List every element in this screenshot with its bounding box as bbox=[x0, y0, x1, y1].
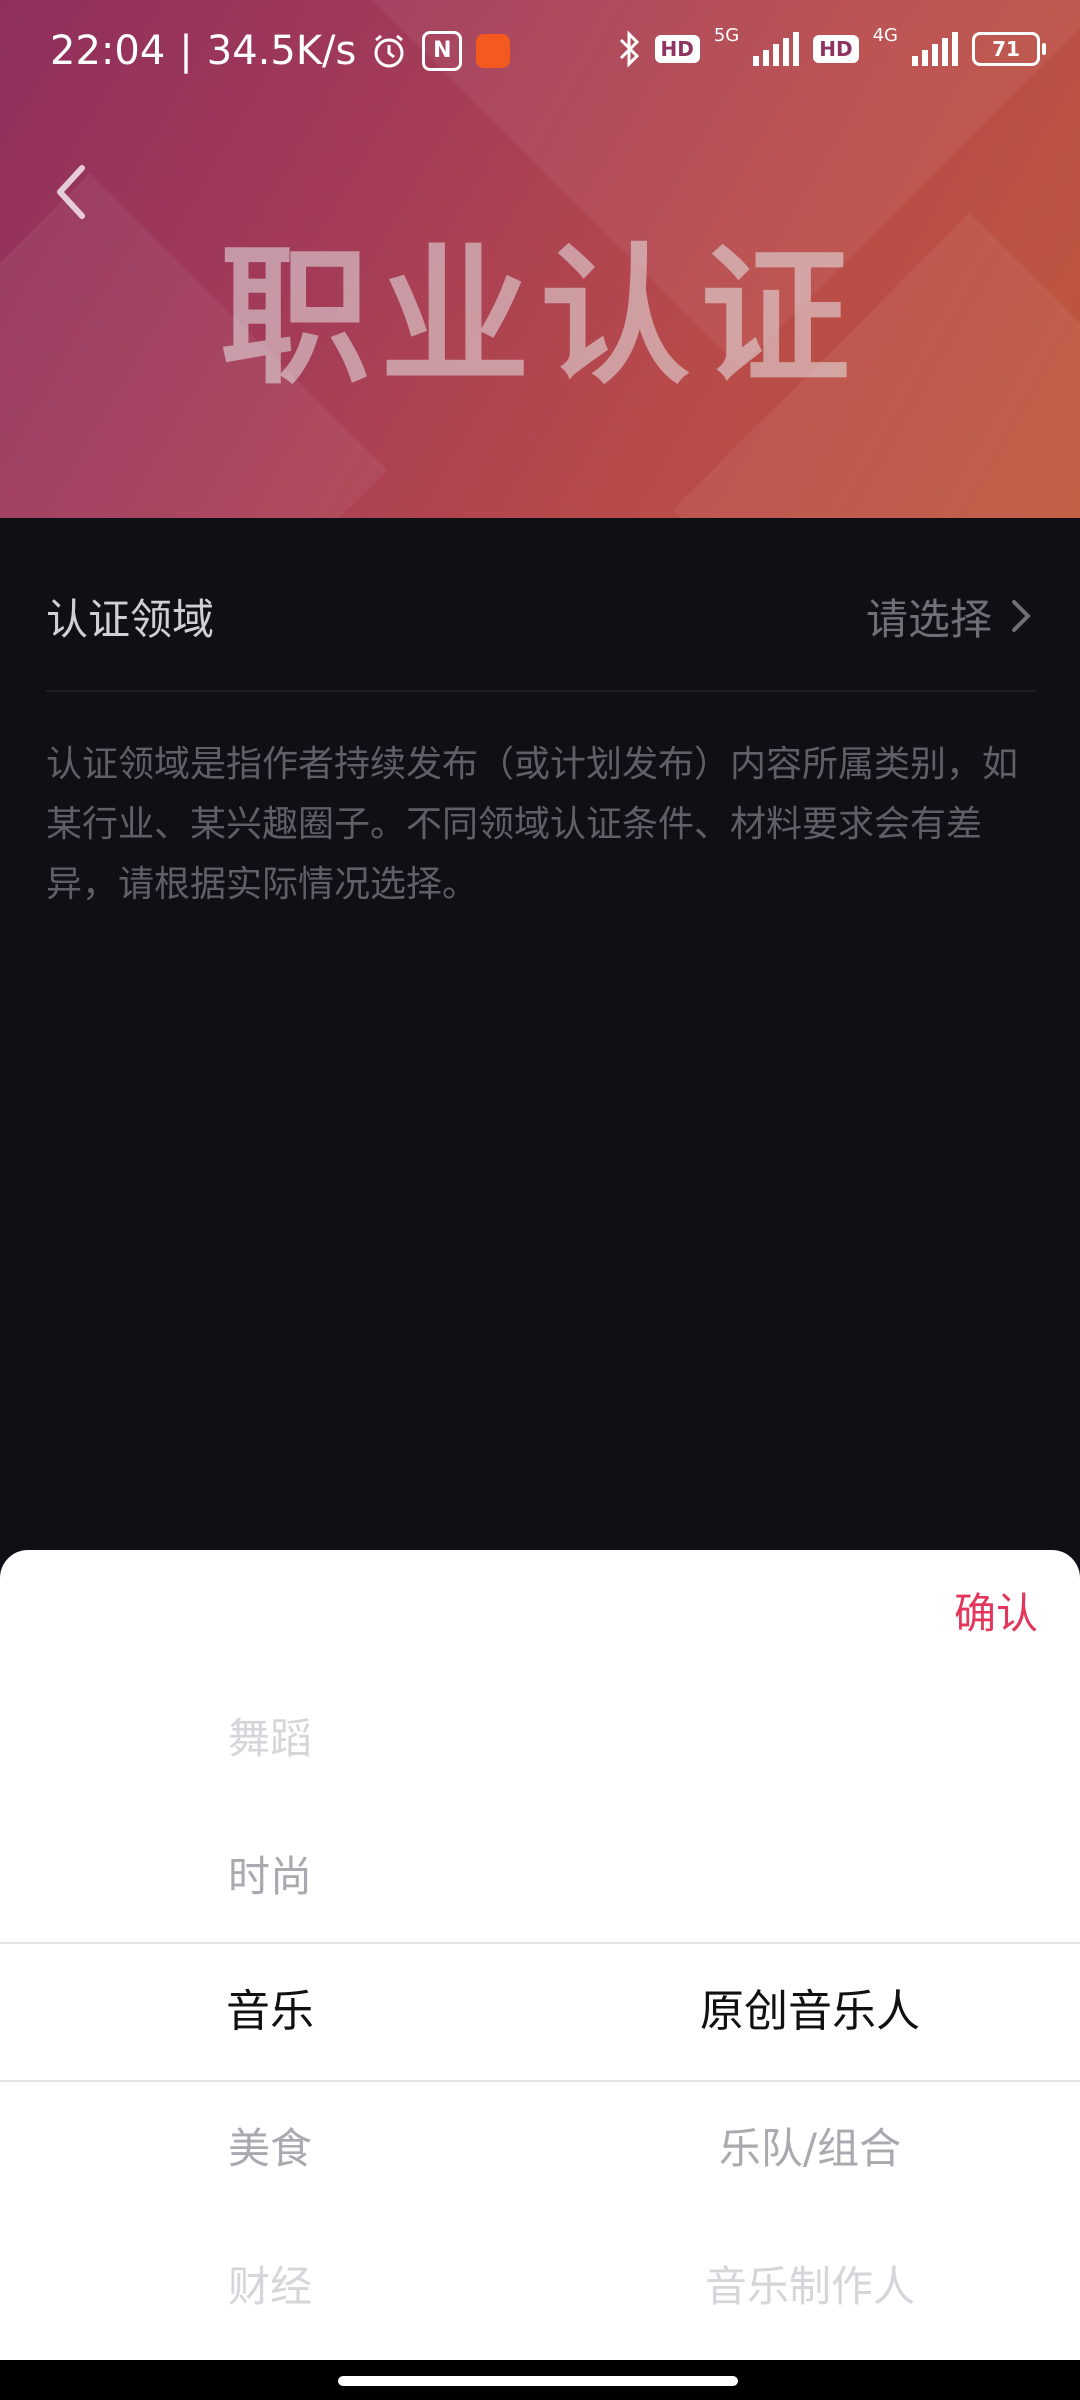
chevron-right-icon bbox=[1012, 600, 1031, 632]
network-type: 5G bbox=[713, 24, 740, 46]
signal-icon bbox=[753, 32, 800, 66]
status-separator: | bbox=[179, 28, 193, 74]
picker-option[interactable]: 音乐制作人 bbox=[540, 2218, 1080, 2356]
certification-field-row[interactable]: 认证领域 请选择 bbox=[46, 560, 1036, 692]
signal-icon bbox=[912, 32, 958, 66]
page-title: 职业认证 bbox=[219, 231, 860, 405]
status-time: 22:04 bbox=[50, 28, 166, 74]
field-placeholder: 请选择 bbox=[865, 595, 992, 644]
picker-option-selected[interactable]: 音乐 bbox=[0, 1943, 540, 2081]
battery-icon: 71 bbox=[972, 32, 1046, 66]
picker-option[interactable]: 乐队/组合 bbox=[540, 2080, 1080, 2218]
nfc-icon: N bbox=[422, 31, 463, 71]
picker-option[interactable]: 时尚 bbox=[0, 1808, 540, 1946]
taobao-app-icon bbox=[476, 34, 511, 68]
picker-sheet: 确认 舞蹈 时尚 音乐 美食 财经 原创音乐人 乐队/组合 音乐制作人 bbox=[0, 1550, 1080, 2360]
back-arrow-icon[interactable] bbox=[44, 152, 114, 232]
network-type: 4G bbox=[872, 24, 898, 46]
picker-option[interactable]: 财经 bbox=[0, 2218, 540, 2356]
picker-option[interactable]: 美食 bbox=[0, 2080, 540, 2218]
hd-badge: HD bbox=[813, 35, 859, 63]
bluetooth-icon bbox=[619, 30, 639, 68]
subcategory-wheel[interactable]: 原创音乐人 乐队/组合 音乐制作人 bbox=[540, 1550, 1080, 2360]
status-net-speed: 34.5K/s bbox=[206, 28, 357, 74]
status-bar: 22:04 | 34.5K/s N HD 5G HD 4G 71 bbox=[0, 0, 1080, 104]
field-label: 认证领域 bbox=[46, 595, 215, 644]
category-wheel[interactable]: 舞蹈 时尚 音乐 美食 财经 bbox=[0, 1550, 540, 2360]
picker-option[interactable]: 舞蹈 bbox=[0, 1670, 540, 1808]
picker-option-selected[interactable]: 原创音乐人 bbox=[540, 1943, 1080, 2081]
home-indicator[interactable] bbox=[338, 2376, 738, 2386]
hd-badge: HD bbox=[654, 35, 700, 63]
field-description: 认证领域是指作者持续发布（或计划发布）内容所属类别，如某行业、某兴趣圈子。不同领… bbox=[46, 744, 1019, 905]
alarm-icon bbox=[374, 34, 404, 68]
